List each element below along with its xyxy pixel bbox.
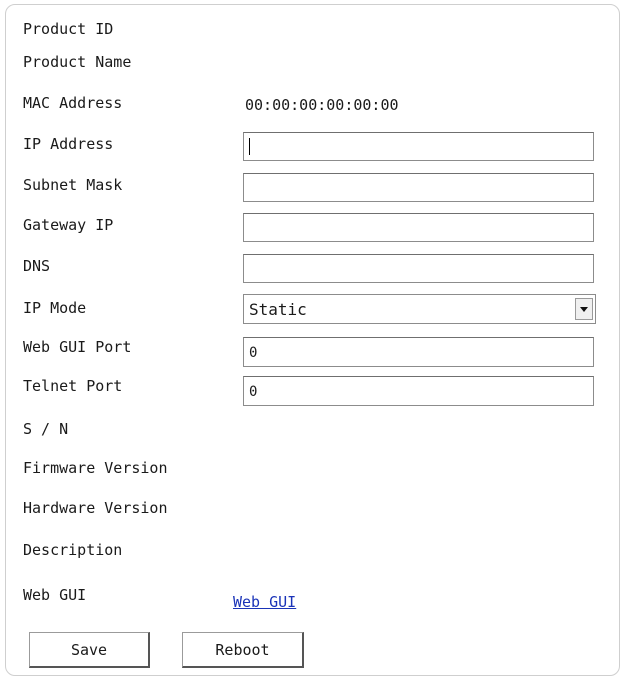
- row-web-gui: Web GUI Web GUI: [0, 585, 627, 612]
- row-description: Description: [0, 540, 627, 564]
- description-label: Description: [23, 541, 123, 559]
- telnet-port-field[interactable]: 0: [243, 376, 594, 406]
- row-hardware-version: Hardware Version: [0, 498, 627, 522]
- row-subnet-mask: Subnet Mask: [0, 173, 627, 202]
- subnet-mask-field[interactable]: [243, 173, 594, 202]
- row-telnet-port: Telnet Port 0: [0, 376, 627, 406]
- ip-mode-label: IP Mode: [23, 299, 87, 317]
- row-ip-mode: IP Mode Static: [0, 294, 627, 324]
- web-gui-port-label: Web GUI Port: [23, 338, 132, 356]
- dns-label: DNS: [23, 257, 51, 275]
- row-gateway-ip: Gateway IP: [0, 213, 627, 242]
- ip-mode-selected-value: Static: [249, 300, 307, 319]
- ip-address-label: IP Address: [23, 135, 114, 153]
- row-ip-address: IP Address: [0, 132, 627, 161]
- web-gui-port-field[interactable]: 0: [243, 337, 594, 367]
- row-product-id: Product ID: [0, 19, 627, 43]
- row-mac-address: MAC Address 00:00:00:00:00:00: [0, 93, 627, 117]
- web-gui-label: Web GUI: [23, 586, 87, 604]
- save-button[interactable]: Save: [29, 632, 150, 668]
- hardware-version-label: Hardware Version: [23, 499, 168, 517]
- product-id-label: Product ID: [23, 20, 114, 38]
- row-web-gui-port: Web GUI Port 0: [0, 337, 627, 367]
- row-product-name: Product Name: [0, 52, 627, 76]
- dropdown-arrow-icon[interactable]: [575, 298, 593, 320]
- web-gui-link[interactable]: Web GUI: [233, 592, 296, 612]
- telnet-port-label: Telnet Port: [23, 377, 123, 395]
- ip-mode-select[interactable]: Static: [243, 294, 596, 324]
- product-name-label: Product Name: [23, 53, 132, 71]
- serial-number-label: S / N: [23, 420, 69, 438]
- gateway-ip-label: Gateway IP: [23, 216, 114, 234]
- subnet-mask-label: Subnet Mask: [23, 176, 123, 194]
- mac-address-label: MAC Address: [23, 94, 123, 112]
- ip-address-field[interactable]: [243, 132, 594, 161]
- mac-address-value: 00:00:00:00:00:00: [245, 96, 399, 114]
- dns-field[interactable]: [243, 254, 594, 283]
- firmware-version-label: Firmware Version: [23, 459, 168, 477]
- row-dns: DNS: [0, 254, 627, 283]
- row-firmware-version: Firmware Version: [0, 458, 627, 482]
- reboot-button[interactable]: Reboot: [182, 632, 304, 668]
- row-serial-number: S / N: [0, 419, 627, 443]
- text-caret: [249, 138, 250, 155]
- gateway-ip-field[interactable]: [243, 213, 594, 242]
